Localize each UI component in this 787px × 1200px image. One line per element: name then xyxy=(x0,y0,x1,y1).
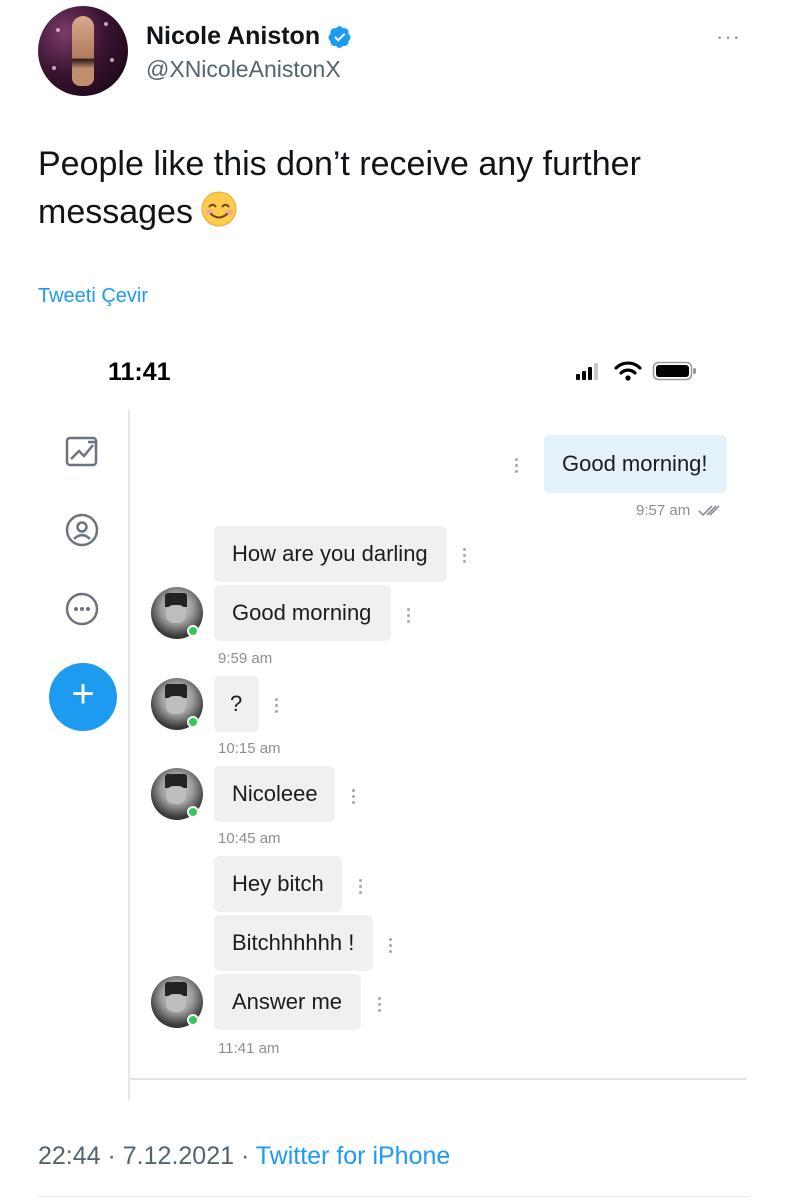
timestamp-text: 9:57 am xyxy=(636,502,691,519)
message-timestamp: 9:57 am xyxy=(636,502,724,519)
message-options-icon[interactable] xyxy=(377,997,381,1015)
image-chart-icon[interactable] xyxy=(64,433,100,469)
verified-badge-icon xyxy=(328,25,351,48)
message-bubble[interactable]: Good morning xyxy=(214,585,391,641)
chat-bottom-divider xyxy=(130,1078,747,1080)
message-text: ? xyxy=(230,691,243,716)
message-text: Good morning xyxy=(232,600,372,625)
message-options-icon[interactable] xyxy=(406,608,410,626)
tweet-date[interactable]: 7.12.2021 xyxy=(123,1142,234,1170)
meta-separator: · xyxy=(234,1142,256,1170)
message-text: Answer me xyxy=(232,989,343,1014)
message-timestamp: 10:45 am xyxy=(218,830,281,847)
message-text: How are you darling xyxy=(232,541,428,566)
message-text: Hey bitch xyxy=(232,871,324,896)
status-bar-clock: 11:41 xyxy=(108,358,171,386)
message-bubble-mine[interactable]: Good morning! xyxy=(544,435,727,493)
attached-screenshot[interactable]: 11:41 + Good morning! 9:57 am How are yo… xyxy=(0,340,787,1110)
online-indicator xyxy=(187,806,199,818)
message-bubble[interactable]: Nicoleee xyxy=(214,766,335,822)
status-bar-icons xyxy=(574,360,698,382)
smiling-face-emoji-icon xyxy=(201,191,237,227)
online-indicator xyxy=(187,625,199,637)
profile-icon[interactable] xyxy=(64,512,100,548)
sidebar-divider xyxy=(128,410,130,1100)
message-timestamp: 11:41 am xyxy=(218,1040,280,1057)
message-options-icon[interactable] xyxy=(514,458,518,476)
message-timestamp: 9:59 am xyxy=(218,650,273,667)
battery-icon xyxy=(652,361,696,381)
wifi-icon xyxy=(614,361,642,381)
message-options-icon[interactable] xyxy=(274,698,278,716)
tweet-text-body: People like this don’t receive any furth… xyxy=(38,145,641,231)
more-options-icon[interactable]: ··· xyxy=(716,24,741,50)
author-handle[interactable]: @XNicoleAnistonX xyxy=(146,56,341,83)
message-text: Good morning! xyxy=(562,451,708,476)
author-name[interactable]: Nicole Aniston xyxy=(146,22,352,51)
message-bubble[interactable]: Answer me xyxy=(214,974,361,1030)
message-text: Nicoleee xyxy=(232,781,318,806)
message-timestamp: 10:15 am xyxy=(218,740,281,757)
message-bubble[interactable]: Hey bitch xyxy=(214,856,342,912)
author-avatar[interactable] xyxy=(38,6,128,96)
online-indicator xyxy=(187,1014,199,1026)
message-options-icon[interactable] xyxy=(358,879,362,897)
author-name-text[interactable]: Nicole Aniston xyxy=(146,22,320,51)
translate-tweet-link[interactable]: Tweeti Çevir xyxy=(38,285,148,308)
tweet-source-link[interactable]: Twitter for iPhone xyxy=(256,1142,451,1170)
cellular-signal-icon xyxy=(576,363,598,380)
message-options-icon[interactable] xyxy=(388,938,392,956)
message-text: Bitchhhhhh ! xyxy=(232,930,355,955)
tweet-meta: 22:44 · 7.12.2021 · Twitter for iPhone xyxy=(38,1142,450,1171)
message-bubble[interactable]: Bitchhhhhh ! xyxy=(214,915,373,971)
read-receipt-icon xyxy=(698,505,720,517)
footer-divider xyxy=(38,1196,750,1197)
message-options-icon[interactable] xyxy=(462,548,466,566)
tweet-time[interactable]: 22:44 xyxy=(38,1142,101,1170)
message-options-icon[interactable] xyxy=(351,789,355,807)
message-bubble[interactable]: How are you darling xyxy=(214,526,447,582)
meta-separator: · xyxy=(100,1142,123,1170)
online-indicator xyxy=(187,716,199,728)
tweet-text: People like this don’t receive any furth… xyxy=(38,140,758,236)
message-bubble[interactable]: ? xyxy=(214,676,259,732)
compose-fab-button[interactable]: + xyxy=(49,663,117,731)
more-circle-icon[interactable] xyxy=(64,591,100,627)
